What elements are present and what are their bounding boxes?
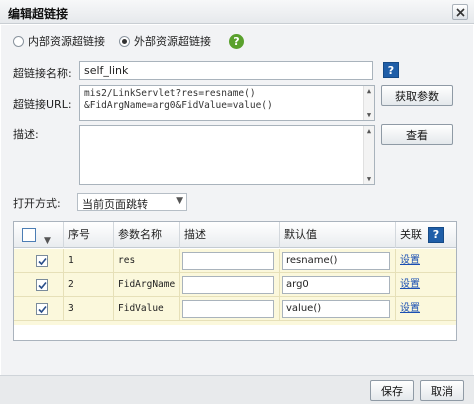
dialog-titlebar: 编辑超链接 [0, 0, 474, 24]
params-table-body: 1 res resname() 设置 2 FidArgName arg0 设置 … [14, 249, 456, 325]
table-row: 2 FidArgName arg0 设置 [14, 273, 456, 297]
scroll-up-icon[interactable]: ▲ [365, 87, 373, 95]
url-scrollbar[interactable]: ▲ ▼ [363, 86, 374, 120]
description-scrollbar[interactable]: ▲ ▼ [363, 126, 374, 184]
description-textarea[interactable]: ▲ ▼ [79, 125, 375, 185]
column-header-default[interactable]: 默认值 [280, 222, 396, 248]
cancel-button[interactable]: 取消 [420, 380, 464, 401]
check-icon [37, 281, 47, 289]
open-mode-value: 当前页面跳转 [82, 198, 148, 211]
chevron-down-icon: ▼ [176, 196, 183, 206]
radio-internal-link[interactable] [13, 35, 24, 47]
check-icon [37, 305, 47, 313]
link-name-help-icon[interactable]: ? [383, 62, 399, 78]
row-link-cell: 设置 [396, 249, 456, 273]
save-button[interactable]: 保存 [370, 380, 414, 401]
radio-internal-label[interactable]: 内部资源超链接 [28, 33, 105, 49]
row-description-input[interactable] [182, 300, 274, 318]
params-table: ▼ 序号 参数名称 描述 默认值 关联 ? 1 res resname() 设置… [13, 221, 457, 341]
url-label: 超链接URL: [13, 98, 72, 111]
row-checkbox-cell [14, 249, 64, 273]
url-textarea[interactable]: mis2/LinkServlet?res=resname() &FidArgNa… [79, 85, 375, 121]
radio-external-link[interactable] [119, 35, 130, 47]
row-settings-link[interactable]: 设置 [400, 255, 420, 266]
close-button[interactable] [452, 4, 468, 20]
column-header-link-label[interactable]: 关联 [400, 228, 422, 241]
dialog-content: 内部资源超链接 外部资源超链接 ? 超链接名称: self_link ? 超链接… [1, 25, 473, 375]
scroll-up-icon[interactable]: ▲ [365, 127, 373, 135]
open-mode-select[interactable]: 当前页面跳转 ▼ [77, 193, 187, 211]
params-table-header: ▼ 序号 参数名称 描述 默认值 关联 ? [14, 222, 456, 248]
row-default-input[interactable]: arg0 [282, 276, 390, 294]
row-settings-link[interactable]: 设置 [400, 303, 420, 314]
select-all-header: ▼ [14, 222, 64, 248]
open-mode-label: 打开方式: [13, 197, 61, 210]
row-param-name: FidArgName [114, 273, 180, 297]
row-checkbox-cell [14, 297, 64, 321]
get-params-button[interactable]: 获取参数 [381, 85, 453, 106]
row-description-input[interactable] [182, 276, 274, 294]
row-param-name: res [114, 249, 180, 273]
check-icon [37, 257, 47, 265]
row-index: 2 [64, 273, 114, 297]
description-label: 描述: [13, 128, 39, 141]
link-name-label: 超链接名称: [13, 67, 72, 80]
dialog-footer: 保存 取消 [0, 375, 474, 404]
view-button[interactable]: 查看 [381, 124, 453, 145]
url-line-1: mis2/LinkServlet?res=resname() [84, 88, 256, 99]
row-description-cell [180, 297, 280, 321]
scroll-down-icon[interactable]: ▼ [365, 111, 373, 119]
help-icon[interactable]: ? [229, 33, 244, 49]
column-header-link: 关联 ? [396, 222, 456, 248]
row-index: 1 [64, 249, 114, 273]
url-line-2: &FidArgName=arg0&FidValue=value() [84, 100, 273, 111]
row-index: 3 [64, 297, 114, 321]
resource-type-group: 内部资源超链接 外部资源超链接 ? [13, 33, 244, 49]
row-description-input[interactable] [182, 252, 274, 270]
table-row: 3 FidValue value() 设置 [14, 297, 456, 321]
column-header-index[interactable]: 序号 [64, 222, 114, 248]
close-icon [455, 7, 465, 17]
dialog-title: 编辑超链接 [8, 7, 69, 21]
row-default-cell: resname() [280, 249, 396, 273]
row-settings-link[interactable]: 设置 [400, 279, 420, 290]
row-default-input[interactable]: resname() [282, 252, 390, 270]
row-default-input[interactable]: value() [282, 300, 390, 318]
row-link-cell: 设置 [396, 273, 456, 297]
column-header-description[interactable]: 描述 [180, 222, 280, 248]
row-checkbox[interactable] [36, 303, 48, 315]
row-default-cell: value() [280, 297, 396, 321]
row-checkbox-cell [14, 273, 64, 297]
row-param-name: FidValue [114, 297, 180, 321]
link-name-input[interactable]: self_link [79, 61, 373, 80]
row-default-cell: arg0 [280, 273, 396, 297]
link-column-help-icon[interactable]: ? [428, 227, 444, 243]
row-link-cell: 设置 [396, 297, 456, 321]
table-row: 1 res resname() 设置 [14, 249, 456, 273]
row-checkbox[interactable] [36, 279, 48, 291]
row-checkbox[interactable] [36, 255, 48, 267]
radio-external-label[interactable]: 外部资源超链接 [134, 33, 211, 49]
row-description-cell [180, 249, 280, 273]
scroll-down-icon[interactable]: ▼ [365, 175, 373, 183]
row-description-cell [180, 273, 280, 297]
column-header-name[interactable]: 参数名称 [114, 222, 180, 248]
select-all-checkbox[interactable] [22, 228, 36, 242]
